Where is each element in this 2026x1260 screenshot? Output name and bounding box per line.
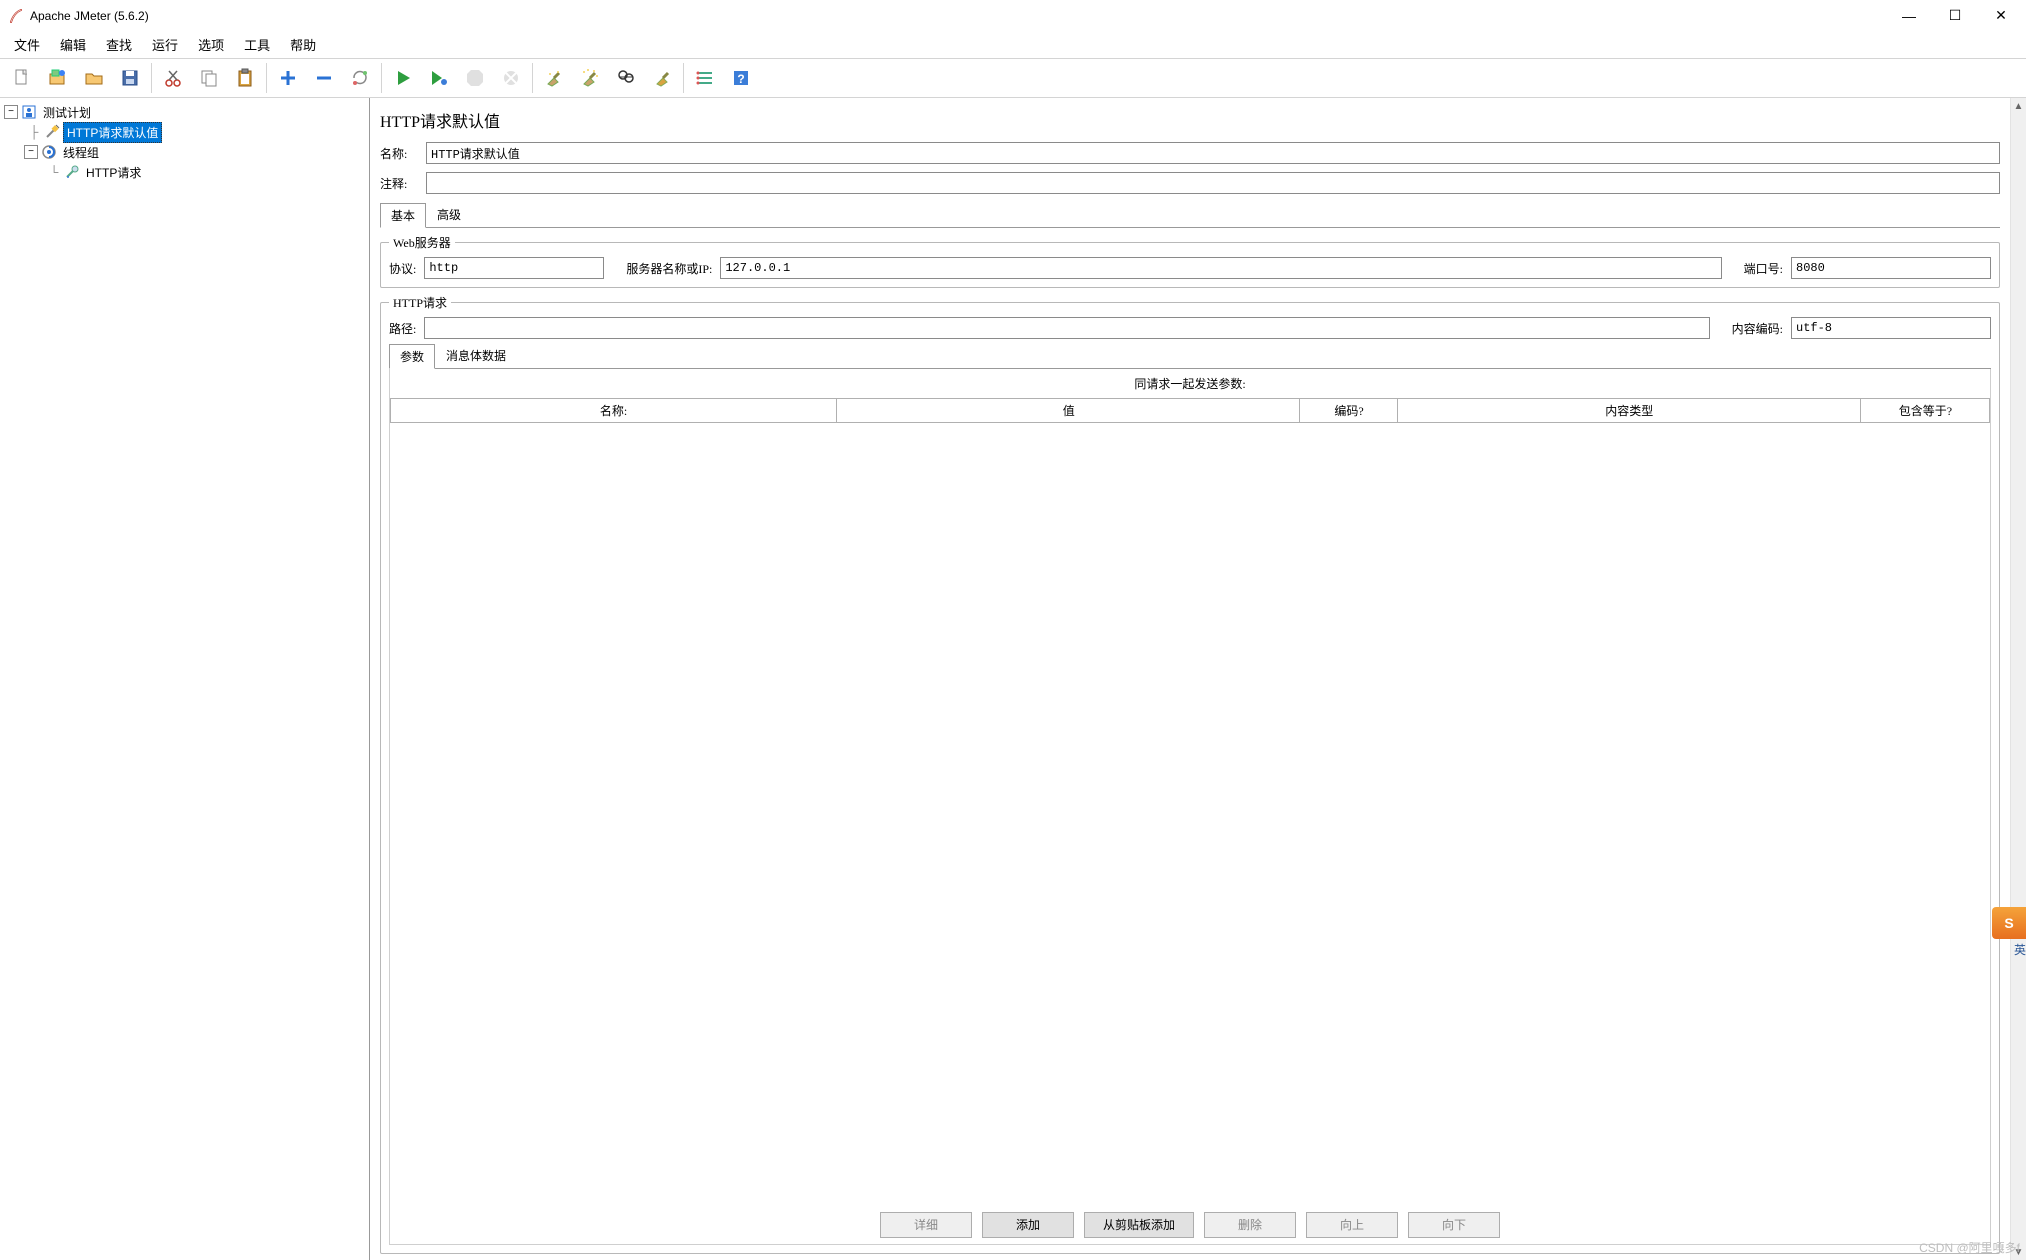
http-request-group: HTTP请求 路径: 内容编码: 参数 消息体数据 同请求一起发送参数: [380, 294, 2000, 1254]
menu-search[interactable]: 查找 [96, 31, 142, 58]
panel-heading: HTTP请求默认值 [380, 104, 2000, 142]
toolbar: ? [0, 58, 2026, 98]
detail-button[interactable]: 详细 [880, 1212, 972, 1238]
encoding-field[interactable] [1791, 317, 1991, 339]
collapse-icon[interactable]: − [24, 145, 38, 159]
config-icon [44, 124, 60, 140]
th-value[interactable]: 值 [837, 399, 1300, 422]
paste-button[interactable] [228, 61, 262, 95]
shutdown-button[interactable] [494, 61, 528, 95]
window-title: Apache JMeter (5.6.2) [30, 9, 1886, 23]
encoding-label: 内容编码: [1732, 320, 1785, 337]
testplan-icon [21, 104, 37, 120]
reset-search-button[interactable] [645, 61, 679, 95]
tree-threadgroup-label: 线程组 [60, 143, 102, 162]
params-table-body[interactable] [390, 423, 1990, 1206]
vertical-scrollbar[interactable]: ▲ ▼ [2010, 98, 2026, 1260]
template-button[interactable] [41, 61, 75, 95]
body-tabs: 参数 消息体数据 [389, 343, 1991, 369]
start-no-pause-button[interactable] [422, 61, 456, 95]
name-field[interactable] [426, 142, 2000, 164]
sampler-icon [64, 164, 80, 180]
path-label: 路径: [389, 320, 418, 337]
jmeter-icon [8, 8, 24, 24]
tab-advanced[interactable]: 高级 [426, 202, 472, 227]
clear-all-button[interactable] [573, 61, 607, 95]
params-header: 同请求一起发送参数: [390, 369, 1990, 398]
http-request-legend: HTTP请求 [389, 294, 451, 311]
close-button[interactable]: ✕ [1978, 1, 2024, 31]
open-button[interactable] [77, 61, 111, 95]
params-buttons: 详细 添加 从剪贴板添加 删除 向上 向下 [390, 1206, 1990, 1244]
port-field[interactable] [1791, 257, 1991, 279]
tab-bodydata[interactable]: 消息体数据 [435, 343, 517, 368]
maximize-button[interactable]: ☐ [1932, 1, 1978, 31]
tab-parameters[interactable]: 参数 [389, 344, 435, 369]
toggle-button[interactable] [343, 61, 377, 95]
tree-node-http-defaults[interactable]: ├ HTTP请求默认值 [2, 122, 367, 142]
down-button[interactable]: 向下 [1408, 1212, 1500, 1238]
web-server-legend: Web服务器 [389, 234, 455, 251]
menu-run[interactable]: 运行 [142, 31, 188, 58]
tree-node-http-request[interactable]: └ HTTP请求 [2, 162, 367, 182]
tree-http-defaults-label: HTTP请求默认值 [63, 122, 162, 143]
menu-tools[interactable]: 工具 [234, 31, 280, 58]
tree-node-thread-group[interactable]: − 线程组 [2, 142, 367, 162]
name-label: 名称: [380, 145, 426, 162]
host-field[interactable] [720, 257, 1721, 279]
stop-button[interactable] [458, 61, 492, 95]
svg-text:?: ? [737, 72, 744, 86]
th-include-equals[interactable]: 包含等于? [1861, 399, 1990, 422]
collapse-icon[interactable]: − [4, 105, 18, 119]
help-button[interactable]: ? [724, 61, 758, 95]
tree-httprequest-label: HTTP请求 [83, 163, 144, 182]
scroll-up-icon[interactable]: ▲ [2011, 98, 2026, 114]
expand-button[interactable] [271, 61, 305, 95]
port-label: 端口号: [1744, 260, 1785, 277]
tab-basic[interactable]: 基本 [380, 203, 426, 228]
start-button[interactable] [386, 61, 420, 95]
title-bar: Apache JMeter (5.6.2) — ☐ ✕ [0, 0, 2026, 32]
host-label: 服务器名称或IP: [626, 260, 714, 277]
menu-file[interactable]: 文件 [4, 31, 50, 58]
cut-button[interactable] [156, 61, 190, 95]
up-button[interactable]: 向上 [1306, 1212, 1398, 1238]
th-encode[interactable]: 编码? [1300, 399, 1397, 422]
collapse-button[interactable] [307, 61, 341, 95]
watermark-text: CSDN @阿里嘎多f [1919, 1239, 2020, 1256]
threadgroup-icon [41, 144, 57, 160]
new-button[interactable] [5, 61, 39, 95]
menu-edit[interactable]: 编辑 [50, 31, 96, 58]
path-field[interactable] [424, 317, 1709, 339]
comment-field[interactable] [426, 172, 2000, 194]
ime-language-label: 英 [2014, 941, 2026, 958]
test-plan-tree[interactable]: − 测试计划 ├ HTTP请求默认值 − 线程组 └ HTTP请求 [0, 98, 370, 1260]
function-helper-button[interactable] [688, 61, 722, 95]
tree-root[interactable]: − 测试计划 [2, 102, 367, 122]
config-tabs: 基本 高级 [380, 202, 2000, 228]
protocol-label: 协议: [389, 260, 418, 277]
menu-bar: 文件 编辑 查找 运行 选项 工具 帮助 [0, 32, 2026, 58]
add-button[interactable]: 添加 [982, 1212, 1074, 1238]
delete-button[interactable]: 删除 [1204, 1212, 1296, 1238]
main-panel: HTTP请求默认值 名称: 注释: 基本 高级 Web服务器 协议: 服务器名 [370, 98, 2010, 1260]
menu-options[interactable]: 选项 [188, 31, 234, 58]
comment-label: 注释: [380, 175, 426, 192]
menu-help[interactable]: 帮助 [280, 31, 326, 58]
clear-button[interactable] [537, 61, 571, 95]
minimize-button[interactable]: — [1886, 1, 1932, 31]
web-server-group: Web服务器 协议: 服务器名称或IP: 端口号: [380, 234, 2000, 288]
th-name[interactable]: 名称: [390, 399, 837, 422]
copy-button[interactable] [192, 61, 226, 95]
search-button[interactable] [609, 61, 643, 95]
tree-root-label: 测试计划 [40, 103, 94, 122]
params-table-header: 名称: 值 编码? 内容类型 包含等于? [390, 398, 1990, 423]
protocol-field[interactable] [424, 257, 604, 279]
th-content-type[interactable]: 内容类型 [1398, 399, 1861, 422]
ime-indicator-icon[interactable]: S [1992, 907, 2026, 939]
add-from-clipboard-button[interactable]: 从剪贴板添加 [1084, 1212, 1194, 1238]
save-button[interactable] [113, 61, 147, 95]
